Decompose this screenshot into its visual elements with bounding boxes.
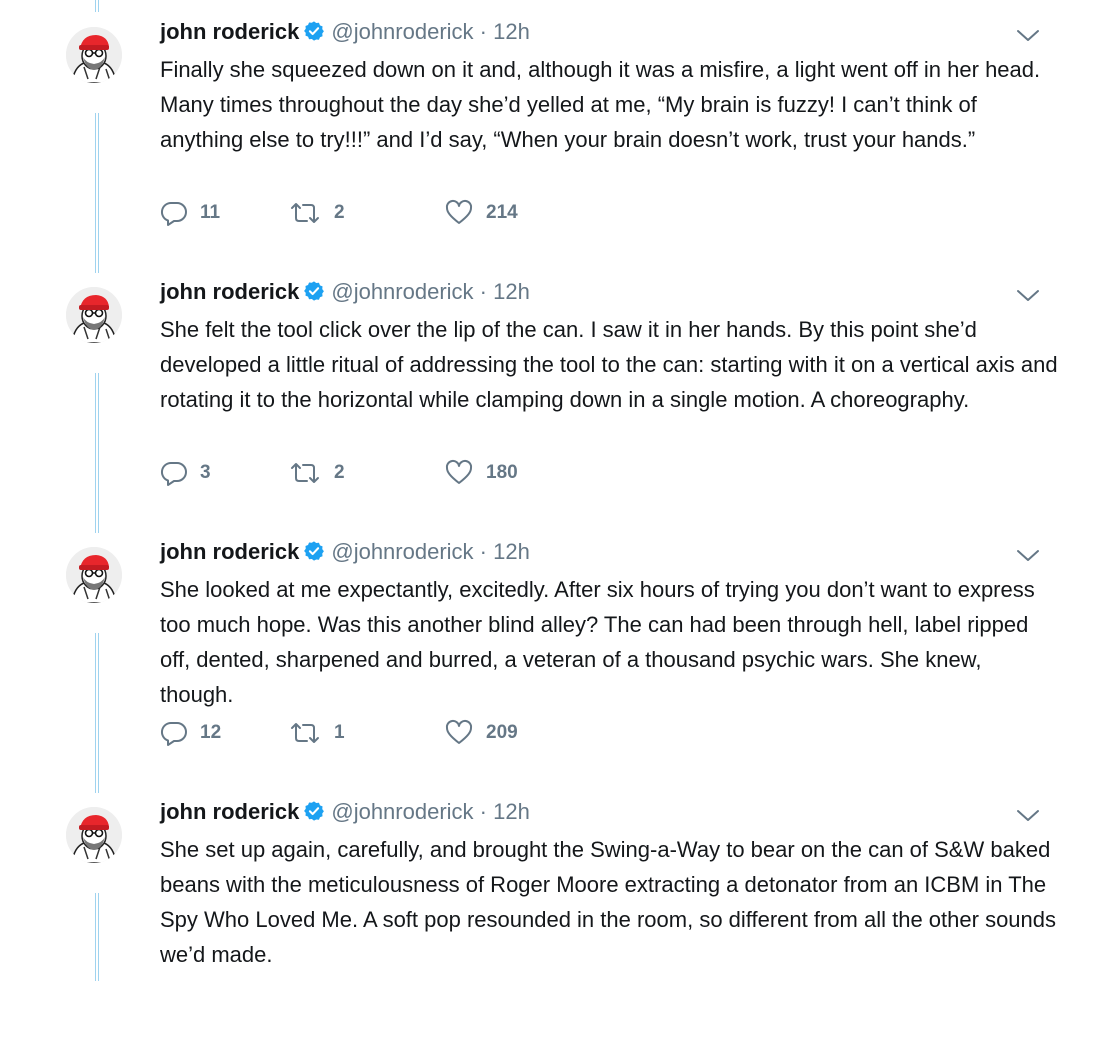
chevron-down-icon[interactable]: [1015, 288, 1041, 304]
chevron-down-icon[interactable]: [1015, 28, 1041, 44]
tweet-header: john roderick @johnroderick · 12h: [160, 798, 530, 829]
verified-badge-icon: [303, 280, 325, 309]
tweet-header: john roderick @johnroderick · 12h: [160, 538, 530, 569]
author-name[interactable]: john roderick: [160, 799, 299, 824]
tweet-text: She looked at me expectantly, excitedly.…: [160, 577, 1035, 707]
avatar[interactable]: [66, 27, 122, 83]
retweet-count: 2: [334, 202, 345, 223]
retweet-button[interactable]: 2: [288, 458, 345, 488]
separator: ·: [479, 799, 487, 824]
tweet-text: She set up again, carefully, and brought…: [160, 837, 1057, 967]
reply-icon: [160, 201, 187, 226]
timestamp[interactable]: 12h: [493, 279, 530, 304]
author-handle[interactable]: @johnroderick: [331, 279, 473, 304]
retweet-button[interactable]: 2: [288, 198, 345, 228]
reply-count: 12: [200, 722, 222, 743]
avatar[interactable]: [66, 547, 122, 603]
author-name[interactable]: john roderick: [160, 539, 299, 564]
reply-button[interactable]: 3: [160, 458, 211, 488]
like-count: 214: [486, 202, 518, 223]
reply-count: 3: [200, 462, 211, 483]
verified-badge-icon: [303, 800, 325, 829]
tweet-header: john roderick @johnroderick · 12h: [160, 18, 530, 49]
like-icon: [445, 719, 473, 744]
separator: ·: [479, 279, 487, 304]
tweet-actions: 12 1 209: [160, 718, 660, 748]
like-count: 180: [486, 462, 518, 483]
retweet-button[interactable]: 1: [288, 718, 345, 748]
verified-badge-icon: [303, 540, 325, 569]
author-name[interactable]: john roderick: [160, 19, 299, 44]
retweet-count: 2: [334, 462, 345, 483]
tweet[interactable]: john roderick @johnroderick · 12h She loo…: [0, 520, 1100, 780]
tweet[interactable]: john roderick @johnroderick · 12h She set…: [0, 780, 1100, 1040]
tweet[interactable]: john roderick @johnroderick · 12h She fel…: [0, 260, 1100, 520]
author-name[interactable]: john roderick: [160, 279, 299, 304]
like-icon: [445, 199, 473, 224]
tweet-actions: 3 2 180: [160, 458, 660, 488]
retweet-icon: [291, 723, 319, 743]
like-button[interactable]: 209: [444, 718, 518, 748]
tweet-text: Finally she squeezed down on it and, alt…: [160, 57, 1041, 152]
author-handle[interactable]: @johnroderick: [331, 799, 473, 824]
chevron-down-icon[interactable]: [1015, 548, 1041, 564]
tweet-header: john roderick @johnroderick · 12h: [160, 278, 530, 309]
timestamp[interactable]: 12h: [493, 799, 530, 824]
author-handle[interactable]: @johnroderick: [331, 19, 473, 44]
like-icon: [445, 459, 473, 484]
reply-button[interactable]: 12: [160, 718, 221, 748]
timestamp[interactable]: 12h: [493, 539, 530, 564]
retweet-count: 1: [334, 722, 345, 743]
tweet-actions: 11 2 214: [160, 198, 660, 228]
separator: ·: [479, 539, 487, 564]
retweet-icon: [291, 463, 319, 483]
reply-button[interactable]: 11: [160, 198, 220, 228]
like-count: 209: [486, 722, 518, 743]
like-button[interactable]: 180: [444, 458, 518, 488]
timestamp[interactable]: 12h: [493, 19, 530, 44]
reply-icon: [160, 721, 187, 746]
author-handle[interactable]: @johnroderick: [331, 539, 473, 564]
reply-count: 11: [200, 202, 221, 223]
like-button[interactable]: 214: [444, 198, 518, 228]
chevron-down-icon[interactable]: [1015, 808, 1041, 824]
verified-badge-icon: [303, 20, 325, 49]
reply-icon: [160, 461, 187, 486]
tweet[interactable]: john roderick @johnroderick · 12h Finally…: [0, 0, 1100, 260]
avatar[interactable]: [66, 807, 122, 863]
retweet-icon: [291, 203, 319, 223]
tweet-text: She felt the tool click over the lip of …: [160, 317, 1058, 412]
avatar[interactable]: [66, 287, 122, 343]
separator: ·: [479, 19, 487, 44]
